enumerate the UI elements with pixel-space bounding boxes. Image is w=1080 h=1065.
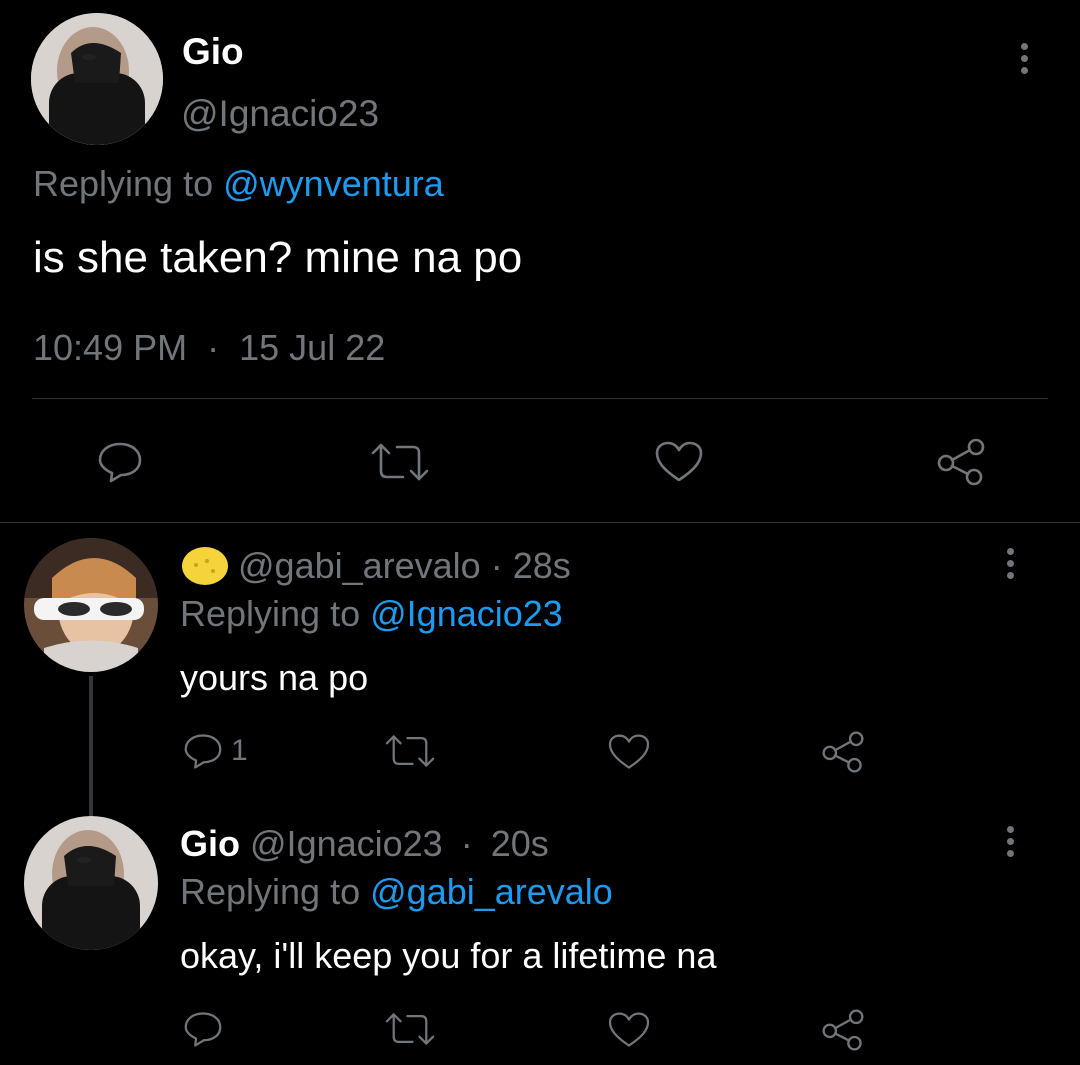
tweet-text: is she taken? mine na po: [33, 233, 523, 282]
share-button[interactable]: [820, 730, 866, 774]
retweet-icon: [385, 735, 435, 767]
reply-display-name[interactable]: Gio: [180, 823, 240, 864]
time-separator: ·: [207, 327, 220, 368]
share-icon: [937, 438, 985, 486]
share-button[interactable]: [935, 437, 987, 487]
reply-separator: ·: [490, 545, 503, 586]
reply-text: yours na po: [180, 657, 369, 698]
like-button[interactable]: [607, 733, 651, 771]
replying-to-line: Replying to @Ignacio23: [180, 593, 563, 635]
reply-button[interactable]: [183, 1010, 223, 1048]
heart-icon: [655, 441, 703, 482]
author-handle[interactable]: @Ignacio23: [181, 93, 379, 135]
retweet-icon: [371, 443, 429, 481]
share-button[interactable]: [820, 1008, 866, 1052]
reply-icon: [98, 442, 142, 483]
more-options-icon[interactable]: [1005, 548, 1015, 584]
tweet-date[interactable]: 15 Jul 22: [239, 327, 385, 368]
replying-to-link[interactable]: @wynventura: [223, 163, 444, 204]
retweet-icon: [385, 1013, 435, 1045]
share-icon: [822, 1009, 864, 1051]
timestamp: 10:49 PM · 15 Jul 22: [33, 327, 385, 369]
avatar[interactable]: [24, 816, 158, 950]
reply-button[interactable]: [97, 440, 143, 484]
reply-header: @gabi_arevalo · 28s: [180, 545, 571, 587]
retweet-button[interactable]: [383, 1011, 437, 1047]
heart-icon: [608, 734, 650, 769]
more-options-icon[interactable]: [1019, 43, 1029, 79]
reply-text: okay, i'll keep you for a lifetime na: [180, 935, 717, 976]
divider: [32, 398, 1048, 399]
avatar[interactable]: [24, 538, 158, 672]
thread-line: [89, 676, 93, 816]
author-name[interactable]: Gio: [182, 31, 244, 73]
like-button[interactable]: [654, 440, 704, 484]
replying-to-label: Replying to: [33, 163, 214, 204]
reply-icon: [184, 1012, 222, 1047]
avatar[interactable]: [31, 13, 163, 145]
like-button[interactable]: [607, 1011, 651, 1049]
reply-handle[interactable]: @gabi_arevalo: [238, 545, 481, 587]
replying-to-link[interactable]: @Ignacio23: [370, 593, 563, 634]
reply-icon: [184, 734, 222, 769]
retweet-button[interactable]: [383, 733, 437, 769]
yellow-face-icon: [180, 545, 230, 587]
heart-icon: [608, 1012, 650, 1047]
replying-to-label: Replying to: [180, 593, 361, 634]
share-icon: [822, 731, 864, 773]
reply-button[interactable]: 1: [183, 732, 248, 770]
replying-to-label: Replying to: [180, 871, 361, 912]
reply-handle[interactable]: @Ignacio23: [250, 823, 443, 864]
retweet-button[interactable]: [369, 441, 431, 483]
divider: [0, 522, 1080, 523]
tweet-time[interactable]: 10:49 PM: [33, 327, 187, 368]
replying-to-link[interactable]: @gabi_arevalo: [370, 871, 613, 912]
replying-to-line: Replying to @gabi_arevalo: [180, 871, 613, 913]
reply-age[interactable]: 28s: [513, 545, 571, 587]
reply-age[interactable]: 20s: [491, 823, 549, 864]
replying-to-line: Replying to @wynventura: [33, 163, 444, 205]
reply-count: 1: [231, 734, 248, 767]
reply-separator: ·: [460, 823, 473, 864]
reply-header: Gio @Ignacio23 · 20s: [180, 823, 549, 865]
more-options-icon[interactable]: [1005, 826, 1015, 862]
